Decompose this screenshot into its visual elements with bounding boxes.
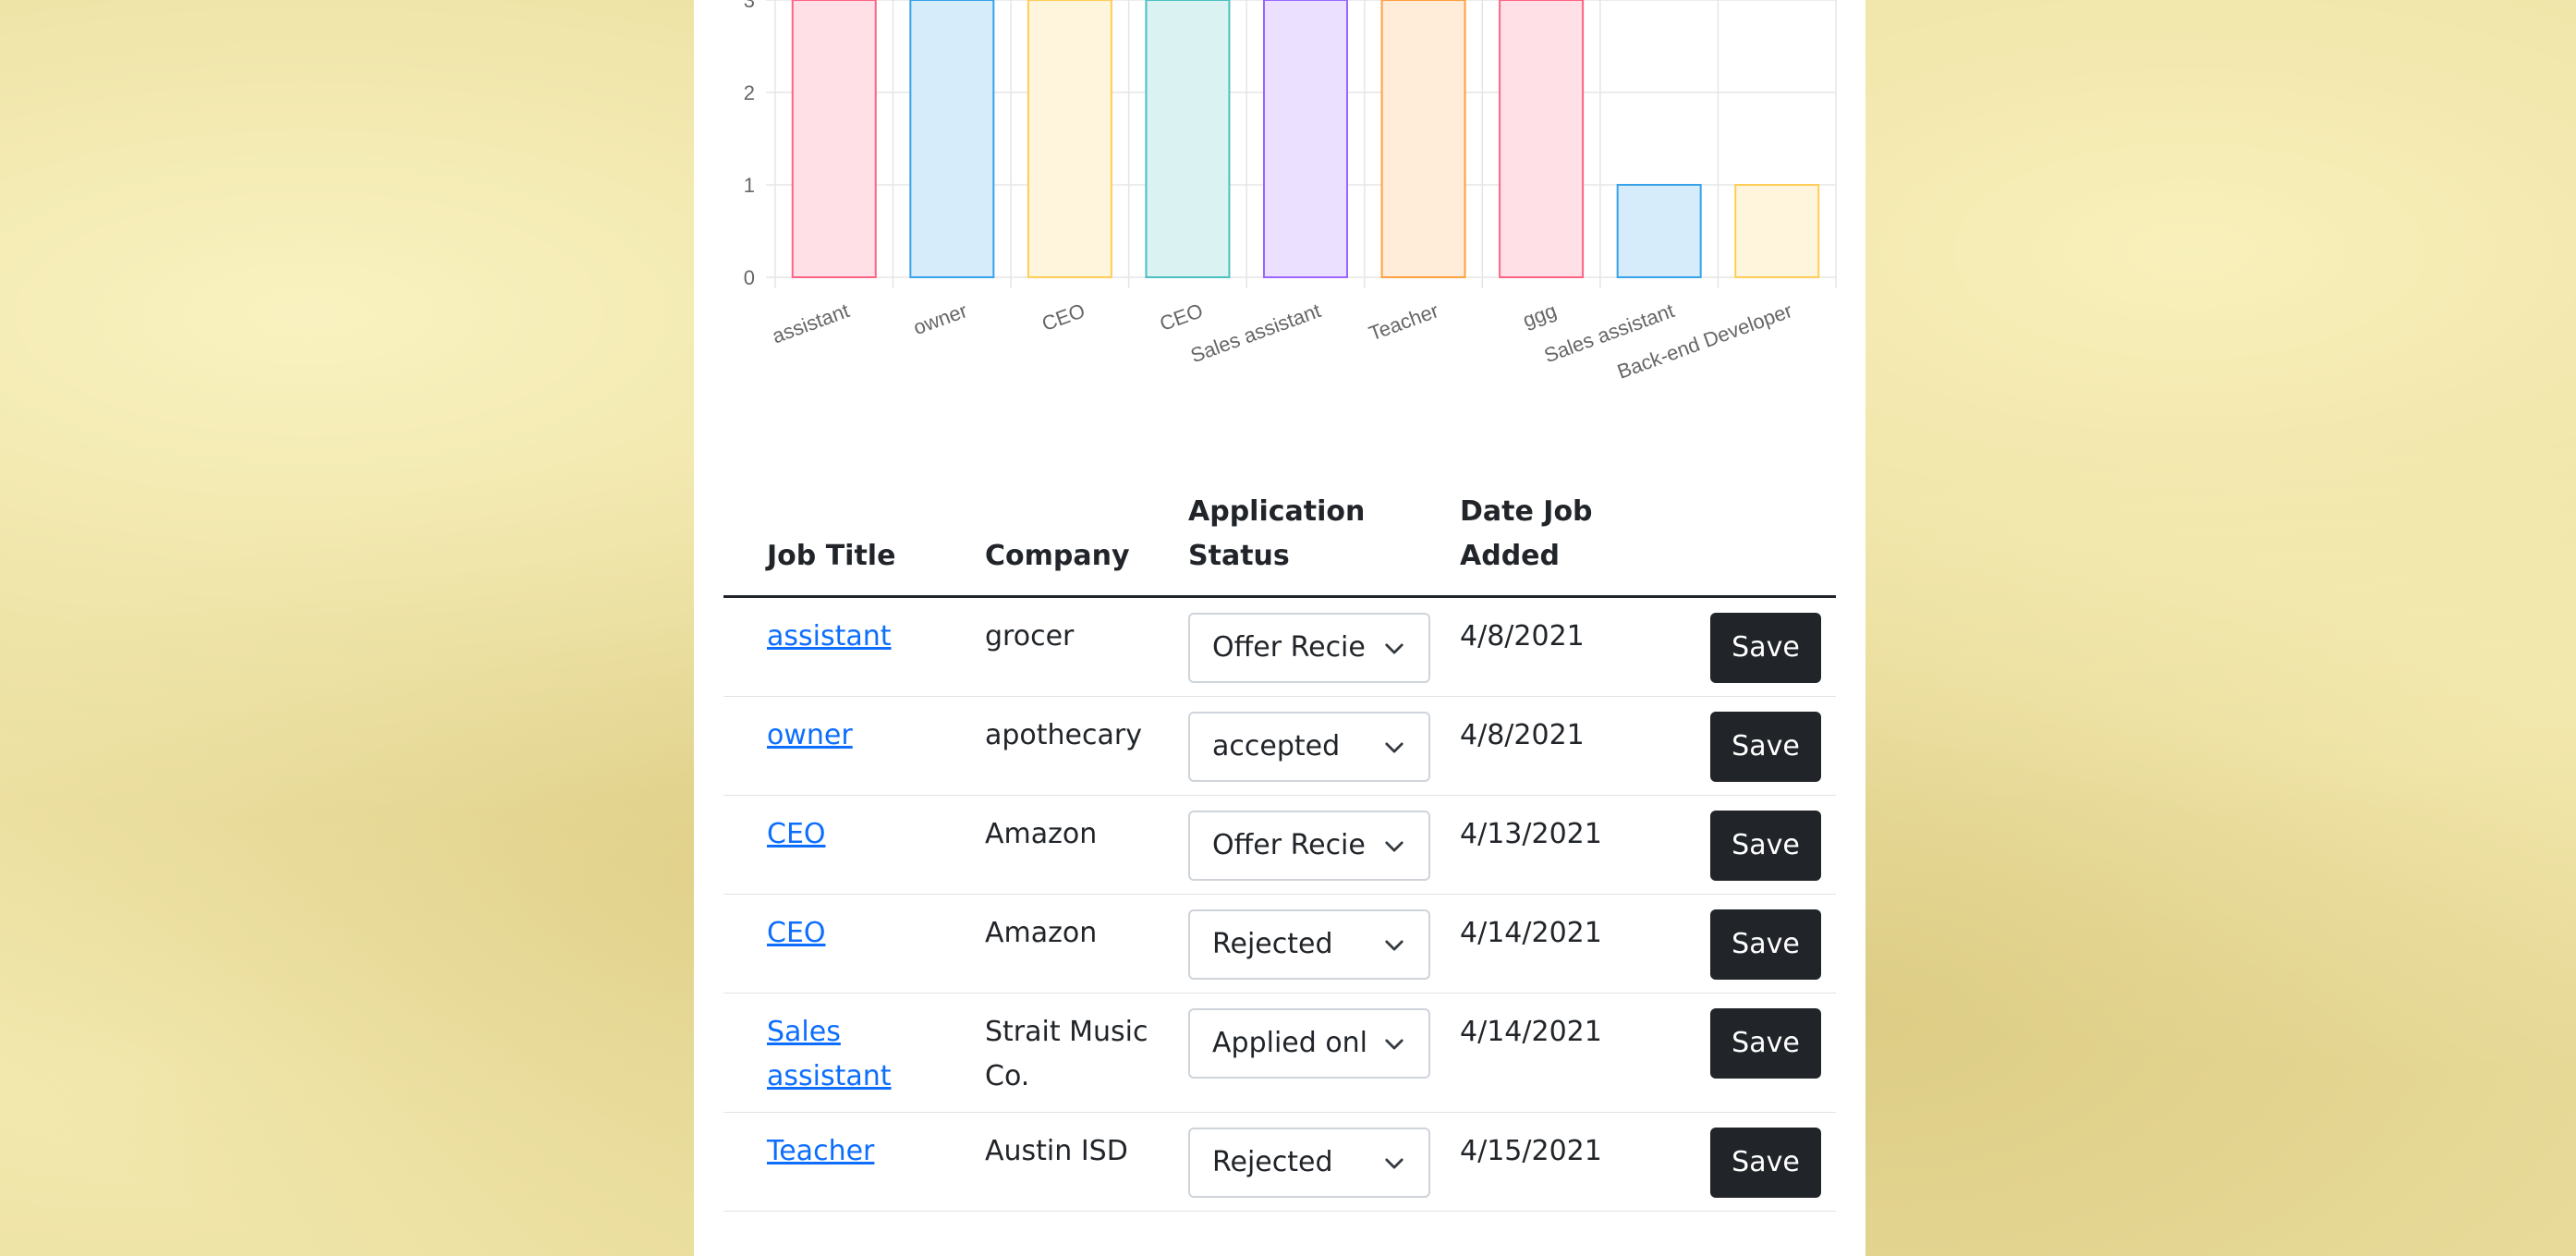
- table-row: CEO Amazon Rejected 4/14/2021 Save: [723, 894, 1836, 994]
- x-tick-label: CEO: [1157, 299, 1206, 335]
- job-title-link[interactable]: Teacher: [767, 1135, 874, 1167]
- status-value: Applied onl: [1212, 1027, 1368, 1059]
- jobs-table: Job Title Company Application Status Dat…: [723, 490, 1836, 1212]
- bar: [1263, 0, 1348, 278]
- job-title-link[interactable]: CEO: [767, 818, 826, 850]
- y-tick-label: 2: [744, 81, 755, 104]
- bar: [1499, 0, 1585, 278]
- chevron-down-icon: [1385, 742, 1403, 753]
- date-cell: 4/14/2021: [1445, 993, 1651, 1113]
- chevron-down-icon: [1385, 940, 1403, 951]
- y-tick-label: 3: [744, 0, 755, 12]
- bar: [1734, 184, 1820, 278]
- application-status-select[interactable]: Rejected: [1188, 909, 1430, 980]
- date-cell: 4/14/2021: [1445, 894, 1651, 994]
- save-button[interactable]: Save: [1710, 909, 1821, 980]
- application-status-select[interactable]: accepted: [1188, 712, 1430, 782]
- date-cell: 4/8/2021: [1445, 596, 1651, 697]
- header-application-status: Application Status: [1173, 490, 1445, 598]
- application-status-select[interactable]: Offer Recie: [1188, 811, 1430, 881]
- header-job-title: Job Title: [723, 490, 970, 598]
- header-date-job-added: Date Job Added: [1445, 490, 1651, 598]
- save-button[interactable]: Save: [1710, 1008, 1821, 1079]
- table-row: CEO Amazon Offer Recie 4/13/2021 Save: [723, 795, 1836, 895]
- application-status-select[interactable]: Rejected: [1188, 1128, 1430, 1198]
- table-row: owner apothecary accepted 4/8/2021 Save: [723, 696, 1836, 796]
- status-cell: Offer Recie: [1173, 795, 1445, 895]
- save-button[interactable]: Save: [1710, 811, 1821, 881]
- status-value: Rejected: [1212, 1146, 1333, 1178]
- header-company: Company: [970, 490, 1173, 598]
- bar: [1380, 0, 1466, 278]
- job-title-cell: CEO: [723, 894, 970, 994]
- content-panel: 0 1 2 3 assistant owner CEO CEO Sales assistant T…: [694, 0, 1865, 1256]
- x-tick-label: assistant: [769, 299, 852, 348]
- application-status-select[interactable]: Applied onl: [1188, 1008, 1430, 1079]
- x-tick-label: ggg: [1520, 299, 1560, 332]
- status-cell: accepted: [1173, 696, 1445, 796]
- chevron-down-icon: [1385, 841, 1403, 852]
- action-cell: Save: [1651, 993, 1836, 1113]
- header-actions: [1651, 490, 1836, 598]
- date-cell: 4/13/2021: [1445, 795, 1651, 895]
- table-header-row: Job Title Company Application Status Dat…: [723, 490, 1836, 598]
- status-value: accepted: [1212, 730, 1341, 762]
- job-title-link[interactable]: owner: [767, 719, 853, 751]
- table-row: assistant grocer Offer Recie 4/8/2021 Sa…: [723, 596, 1836, 697]
- bar: [1027, 0, 1112, 278]
- bar: [1145, 0, 1231, 278]
- action-cell: Save: [1651, 596, 1836, 697]
- bar: [909, 0, 995, 278]
- job-title-cell: assistant: [723, 596, 970, 697]
- company-cell: Amazon: [970, 894, 1173, 994]
- date-cell: 4/8/2021: [1445, 696, 1651, 796]
- y-tick-label: 1: [744, 174, 755, 197]
- save-button[interactable]: Save: [1710, 1128, 1821, 1198]
- status-cell: Applied onl: [1173, 993, 1445, 1113]
- job-title-cell: Teacher: [723, 1112, 970, 1212]
- chevron-down-icon: [1385, 1039, 1403, 1050]
- status-value: Offer Recie: [1212, 829, 1366, 861]
- action-cell: Save: [1651, 894, 1836, 994]
- job-title-cell: owner: [723, 696, 970, 796]
- action-cell: Save: [1651, 795, 1836, 895]
- save-button[interactable]: Save: [1710, 712, 1821, 782]
- status-cell: Rejected: [1173, 1112, 1445, 1212]
- x-tick-label: Sales assistant: [1187, 299, 1324, 367]
- x-tick-label: Teacher: [1366, 299, 1441, 345]
- bar: [791, 0, 877, 278]
- company-cell: Amazon: [970, 795, 1173, 895]
- job-status-bar-chart: 0123assistant owner CEO CEOSales assistant T…: [744, 0, 1837, 384]
- status-cell: Offer Recie: [1173, 596, 1445, 697]
- date-cell: 4/15/2021: [1445, 1112, 1651, 1212]
- job-title-link[interactable]: assistant: [767, 620, 892, 652]
- job-title-link[interactable]: Sales assistant: [767, 1016, 892, 1092]
- save-button[interactable]: Save: [1710, 613, 1821, 683]
- job-title-link[interactable]: CEO: [767, 917, 826, 949]
- table-row: Sales assistant Strait Music Co. Applied…: [723, 993, 1836, 1113]
- bar: [1616, 184, 1702, 278]
- chevron-down-icon: [1385, 1158, 1403, 1169]
- x-tick-label: CEO: [1039, 299, 1088, 335]
- job-title-cell: Sales assistant: [723, 993, 970, 1113]
- action-cell: Save: [1651, 1112, 1836, 1212]
- y-tick-label: 0: [744, 266, 755, 289]
- application-status-select[interactable]: Offer Recie: [1188, 613, 1430, 683]
- action-cell: Save: [1651, 696, 1836, 796]
- company-cell: Austin ISD: [970, 1112, 1173, 1212]
- chevron-down-icon: [1385, 643, 1403, 654]
- x-tick-label: owner: [910, 299, 970, 339]
- company-cell: grocer: [970, 596, 1173, 697]
- company-cell: apothecary: [970, 696, 1173, 796]
- status-value: Offer Recie: [1212, 631, 1366, 664]
- status-cell: Rejected: [1173, 894, 1445, 994]
- job-title-cell: CEO: [723, 795, 970, 895]
- status-value: Rejected: [1212, 928, 1333, 960]
- table-row: Teacher Austin ISD Rejected 4/15/2021 Sa…: [723, 1112, 1836, 1212]
- company-cell: Strait Music Co.: [970, 993, 1173, 1113]
